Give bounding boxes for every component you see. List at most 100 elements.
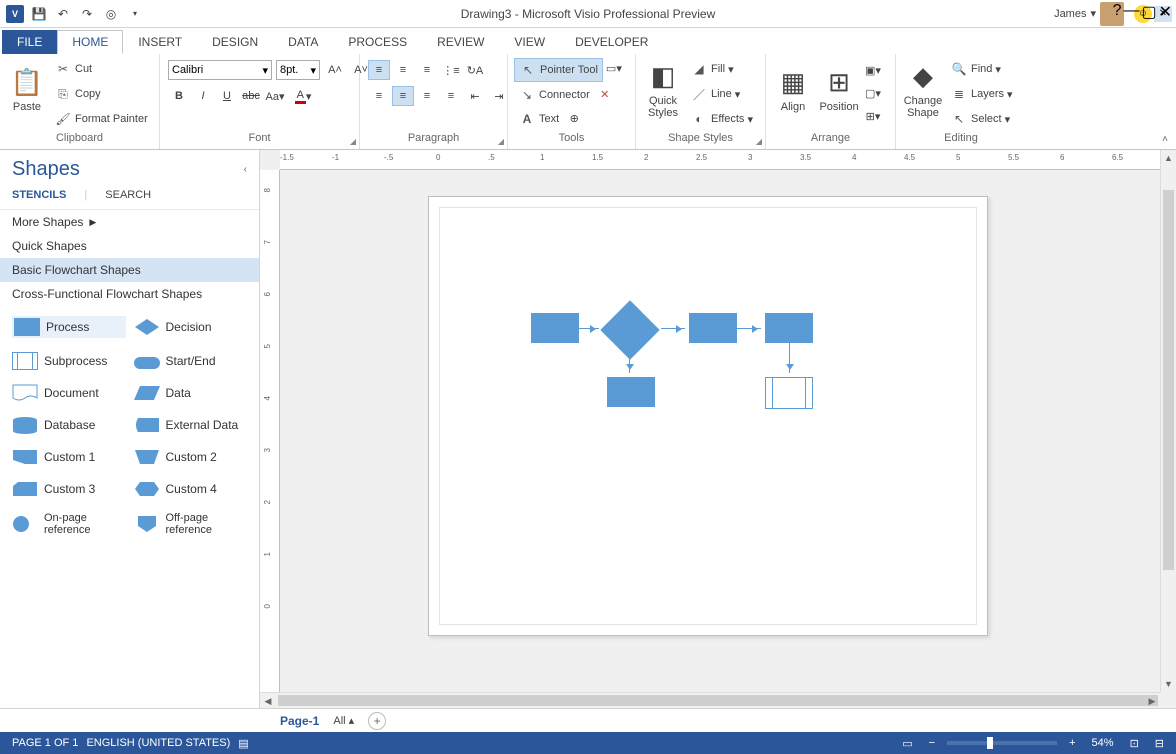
stencils-tab[interactable]: STENCILS: [12, 189, 66, 201]
shape-custom4[interactable]: Custom 4: [134, 480, 248, 498]
format-painter-button[interactable]: 🖌Format Painter: [50, 108, 152, 130]
effects-button[interactable]: ◐Effects ▾: [686, 108, 757, 130]
position-button[interactable]: ⊞Position: [816, 56, 862, 124]
fill-button[interactable]: ◢Fill ▾: [686, 58, 757, 80]
scroll-down-icon[interactable]: ▼: [1161, 676, 1176, 692]
qat-customize[interactable]: ▾: [124, 3, 146, 25]
layers-button[interactable]: ≣Layers ▾: [946, 83, 1017, 105]
send-back-button[interactable]: ▢▾: [862, 83, 884, 103]
tab-file[interactable]: FILE: [2, 30, 57, 54]
find-button[interactable]: 🔍Find ▾: [946, 58, 1017, 80]
tab-insert[interactable]: INSERT: [123, 30, 197, 54]
horizontal-scrollbar[interactable]: ◀ ▶: [260, 692, 1160, 708]
tab-view[interactable]: VIEW: [499, 30, 560, 54]
search-tab[interactable]: SEARCH: [105, 189, 151, 201]
decrease-indent-button[interactable]: ⇤: [464, 86, 486, 106]
increase-font-button[interactable]: A˄: [324, 60, 346, 80]
undo-button[interactable]: ↶: [52, 3, 74, 25]
tab-developer[interactable]: DEVELOPER: [560, 30, 663, 54]
align-center-button[interactable]: ≡: [392, 86, 414, 106]
tab-data[interactable]: DATA: [273, 30, 333, 54]
presentation-mode-button[interactable]: ▭: [898, 737, 916, 750]
change-case-button[interactable]: Aa▾: [264, 86, 286, 106]
rotate-text-button[interactable]: ↻A: [464, 60, 486, 80]
copy-button[interactable]: ⎘Copy: [50, 83, 152, 105]
page-tab-1[interactable]: Page-1: [280, 714, 319, 728]
shape-custom1[interactable]: Custom 1: [12, 448, 126, 466]
hscroll-thumb[interactable]: [278, 695, 1158, 706]
shape-decision[interactable]: Decision: [134, 316, 248, 338]
close-button[interactable]: ✕: [1159, 2, 1172, 22]
shape-custom2[interactable]: Custom 2: [134, 448, 248, 466]
canvas-shape-process-2[interactable]: [689, 313, 737, 343]
fit-page-button[interactable]: ⊡: [1126, 737, 1143, 750]
help-button[interactable]: ?: [1113, 2, 1122, 22]
font-name-combo[interactable]: Calibri▾: [168, 60, 272, 80]
vertical-scrollbar[interactable]: ▲ ▼: [1160, 150, 1176, 692]
paragraph-dialog-launcher[interactable]: ◢: [498, 137, 504, 146]
stencil-quick-shapes[interactable]: Quick Shapes: [0, 234, 259, 258]
paste-button[interactable]: 📋Paste: [4, 56, 50, 124]
shape-styles-dialog-launcher[interactable]: ◢: [756, 137, 762, 146]
shape-offpage-ref[interactable]: Off-page reference: [134, 512, 248, 536]
font-size-combo[interactable]: 8pt.▾: [276, 60, 320, 80]
fit-width-button[interactable]: ⊟: [1151, 737, 1168, 750]
zoom-level[interactable]: 54%: [1088, 737, 1118, 749]
italic-button[interactable]: I: [192, 86, 214, 106]
language-indicator[interactable]: ENGLISH (UNITED STATES): [82, 737, 234, 749]
align-middle-button[interactable]: ≡: [392, 60, 414, 80]
minimize-button[interactable]: —: [1123, 2, 1139, 22]
rectangle-tool-button[interactable]: ▭▾: [603, 58, 625, 78]
shape-database[interactable]: Database: [12, 416, 126, 434]
canvas-shape-subprocess[interactable]: [765, 377, 813, 409]
underline-button[interactable]: U: [216, 86, 238, 106]
add-page-button[interactable]: +: [368, 712, 386, 730]
font-color-button[interactable]: A▾: [288, 86, 318, 106]
canvas-connector-4[interactable]: [629, 349, 630, 373]
zoom-out-button[interactable]: −: [925, 737, 939, 749]
connector-close-button[interactable]: ✕: [594, 84, 616, 104]
collapse-ribbon-button[interactable]: ˄: [1162, 134, 1168, 145]
shape-start-end[interactable]: Start/End: [134, 352, 248, 370]
scroll-up-icon[interactable]: ▲: [1161, 150, 1176, 166]
shape-custom3[interactable]: Custom 3: [12, 480, 126, 498]
macro-indicator[interactable]: ▤: [234, 737, 252, 750]
page-indicator[interactable]: PAGE 1 OF 1: [8, 737, 82, 749]
line-button[interactable]: ／Line ▾: [686, 83, 757, 105]
align-left-button[interactable]: ≡: [368, 86, 390, 106]
redo-button[interactable]: ↷: [76, 3, 98, 25]
stencil-cross-functional[interactable]: Cross-Functional Flowchart Shapes: [0, 282, 259, 306]
canvas-shape-process-3[interactable]: [765, 313, 813, 343]
align-button[interactable]: ▦Align: [770, 56, 816, 124]
page-area[interactable]: [280, 170, 1160, 692]
tab-home[interactable]: HOME: [57, 30, 123, 54]
canvas-shape-process-1[interactable]: [531, 313, 579, 343]
drawing-page[interactable]: [428, 196, 988, 636]
collapse-panel-button[interactable]: ‹: [244, 164, 247, 175]
select-button[interactable]: ↖Select ▾: [946, 108, 1017, 130]
canvas-connector-5[interactable]: [789, 343, 790, 373]
shape-onpage-ref[interactable]: On-page reference: [12, 512, 126, 536]
group-button[interactable]: ⊞▾: [862, 106, 884, 126]
touch-mode-button[interactable]: ◎: [100, 3, 122, 25]
cut-button[interactable]: ✂Cut: [50, 58, 152, 80]
connection-point-button[interactable]: ⊕: [563, 108, 585, 128]
zoom-in-button[interactable]: +: [1065, 737, 1079, 749]
bold-button[interactable]: B: [168, 86, 190, 106]
shape-data[interactable]: Data: [134, 384, 248, 402]
canvas[interactable]: -1.5-1-.50.511.522.533.544.555.566.577.5…: [260, 150, 1176, 708]
shape-process[interactable]: Process: [12, 316, 126, 338]
align-top-button[interactable]: ≡: [368, 60, 390, 80]
more-shapes-button[interactable]: More Shapes ▶: [0, 210, 259, 234]
canvas-connector-3[interactable]: [737, 328, 761, 329]
save-button[interactable]: 💾: [28, 3, 50, 25]
quick-styles-button[interactable]: ◧Quick Styles: [640, 56, 686, 124]
align-right-button[interactable]: ≡: [416, 86, 438, 106]
maximize-button[interactable]: ▢: [1141, 2, 1156, 22]
scroll-left-icon[interactable]: ◀: [260, 693, 276, 708]
increase-indent-button[interactable]: ⇥: [488, 86, 510, 106]
canvas-connector-2[interactable]: [661, 328, 685, 329]
change-shape-button[interactable]: ◆Change Shape: [900, 56, 946, 124]
all-pages-button[interactable]: All ▴: [333, 714, 354, 727]
zoom-slider[interactable]: [947, 741, 1057, 745]
